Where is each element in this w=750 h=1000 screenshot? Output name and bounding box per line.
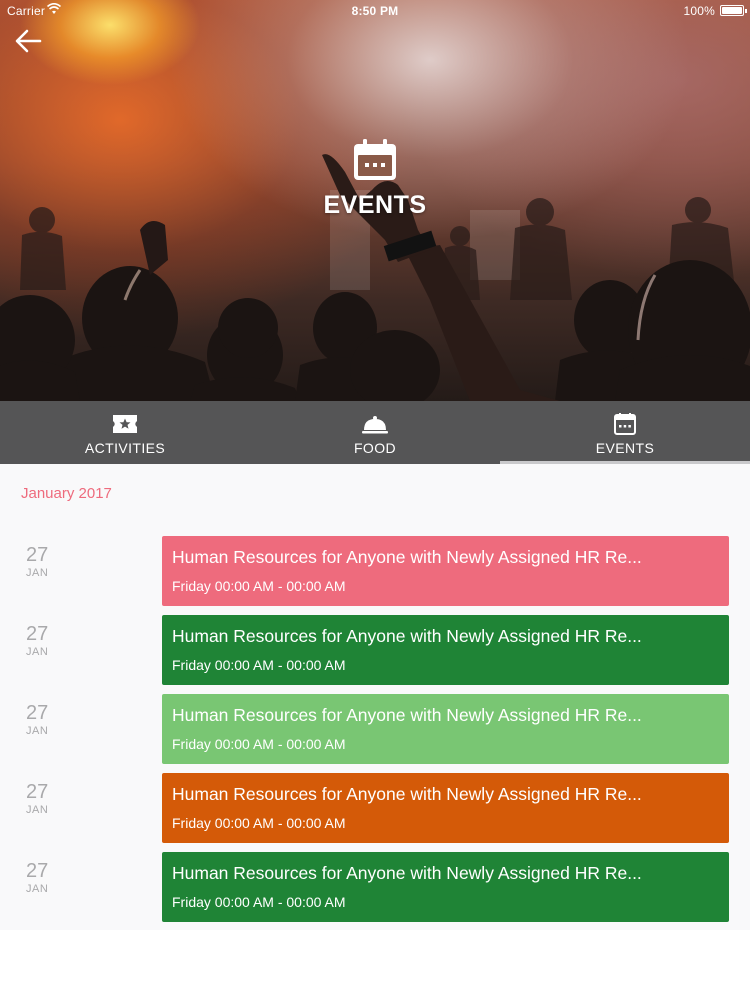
month-header: January 2017 <box>21 485 112 502</box>
event-time: Friday 00:00 AM - 00:00 AM <box>172 894 346 910</box>
tab-food[interactable]: FOOD <box>250 401 500 464</box>
back-button[interactable] <box>14 28 44 54</box>
event-time: Friday 00:00 AM - 00:00 AM <box>172 657 346 673</box>
list-item: 27 JAN Human Resources for Anyone with N… <box>0 694 750 764</box>
tab-events-label: EVENTS <box>595 440 655 456</box>
event-card[interactable]: Human Resources for Anyone with Newly As… <box>162 773 729 843</box>
battery-icon <box>720 5 747 16</box>
event-title: Human Resources for Anyone with Newly As… <box>172 626 642 646</box>
list-item: 27 JAN Human Resources for Anyone with N… <box>0 852 750 922</box>
events-list: January 2017 27 JAN Human Resources for … <box>0 464 750 930</box>
calendar-icon <box>354 139 396 180</box>
event-month: JAN <box>26 646 49 658</box>
hero-title-block: EVENTS <box>0 138 750 220</box>
event-time: Friday 00:00 AM - 00:00 AM <box>172 578 346 594</box>
calendar-icon <box>614 413 636 435</box>
event-month: JAN <box>26 725 49 737</box>
cloche-icon <box>362 416 388 434</box>
ticket-star-icon <box>113 415 137 433</box>
hero-banner: Carrier 8:50 PM 100% EVENTS <box>0 0 750 401</box>
event-day: 27 <box>26 544 49 566</box>
page-title: EVENTS <box>323 191 427 219</box>
event-title: Human Resources for Anyone with Newly As… <box>172 705 642 725</box>
event-title: Human Resources for Anyone with Newly As… <box>172 547 642 567</box>
event-month: JAN <box>26 883 49 895</box>
tab-activities[interactable]: ACTIVITIES <box>0 401 250 464</box>
event-day: 27 <box>26 781 49 803</box>
tab-events[interactable]: EVENTS <box>500 401 750 464</box>
event-day: 27 <box>26 860 49 882</box>
event-card[interactable]: Human Resources for Anyone with Newly As… <box>162 694 729 764</box>
tab-bar: ACTIVITIES FOOD EVENTS <box>0 401 750 464</box>
event-card[interactable]: Human Resources for Anyone with Newly As… <box>162 852 729 922</box>
list-item: 27 JAN Human Resources for Anyone with N… <box>0 773 750 843</box>
event-card[interactable]: Human Resources for Anyone with Newly As… <box>162 536 729 606</box>
tab-activities-label: ACTIVITIES <box>84 440 166 456</box>
list-item: 27 JAN Human Resources for Anyone with N… <box>0 536 750 606</box>
event-day: 27 <box>26 623 49 645</box>
event-month: JAN <box>26 804 49 816</box>
event-time: Friday 00:00 AM - 00:00 AM <box>172 736 346 752</box>
arrow-left-icon <box>15 29 42 53</box>
bottom-blank-area <box>0 930 750 1000</box>
list-item: 27 JAN Human Resources for Anyone with N… <box>0 615 750 685</box>
status-bar: Carrier 8:50 PM 100% <box>0 0 750 22</box>
event-time: Friday 00:00 AM - 00:00 AM <box>172 815 346 831</box>
event-title: Human Resources for Anyone with Newly As… <box>172 863 642 883</box>
event-title: Human Resources for Anyone with Newly As… <box>172 784 642 804</box>
battery-percent: 100% <box>683 4 715 18</box>
event-day: 27 <box>26 702 49 724</box>
event-card[interactable]: Human Resources for Anyone with Newly As… <box>162 615 729 685</box>
status-time: 8:50 PM <box>351 4 399 18</box>
event-month: JAN <box>26 567 49 579</box>
tab-food-label: FOOD <box>353 440 397 456</box>
